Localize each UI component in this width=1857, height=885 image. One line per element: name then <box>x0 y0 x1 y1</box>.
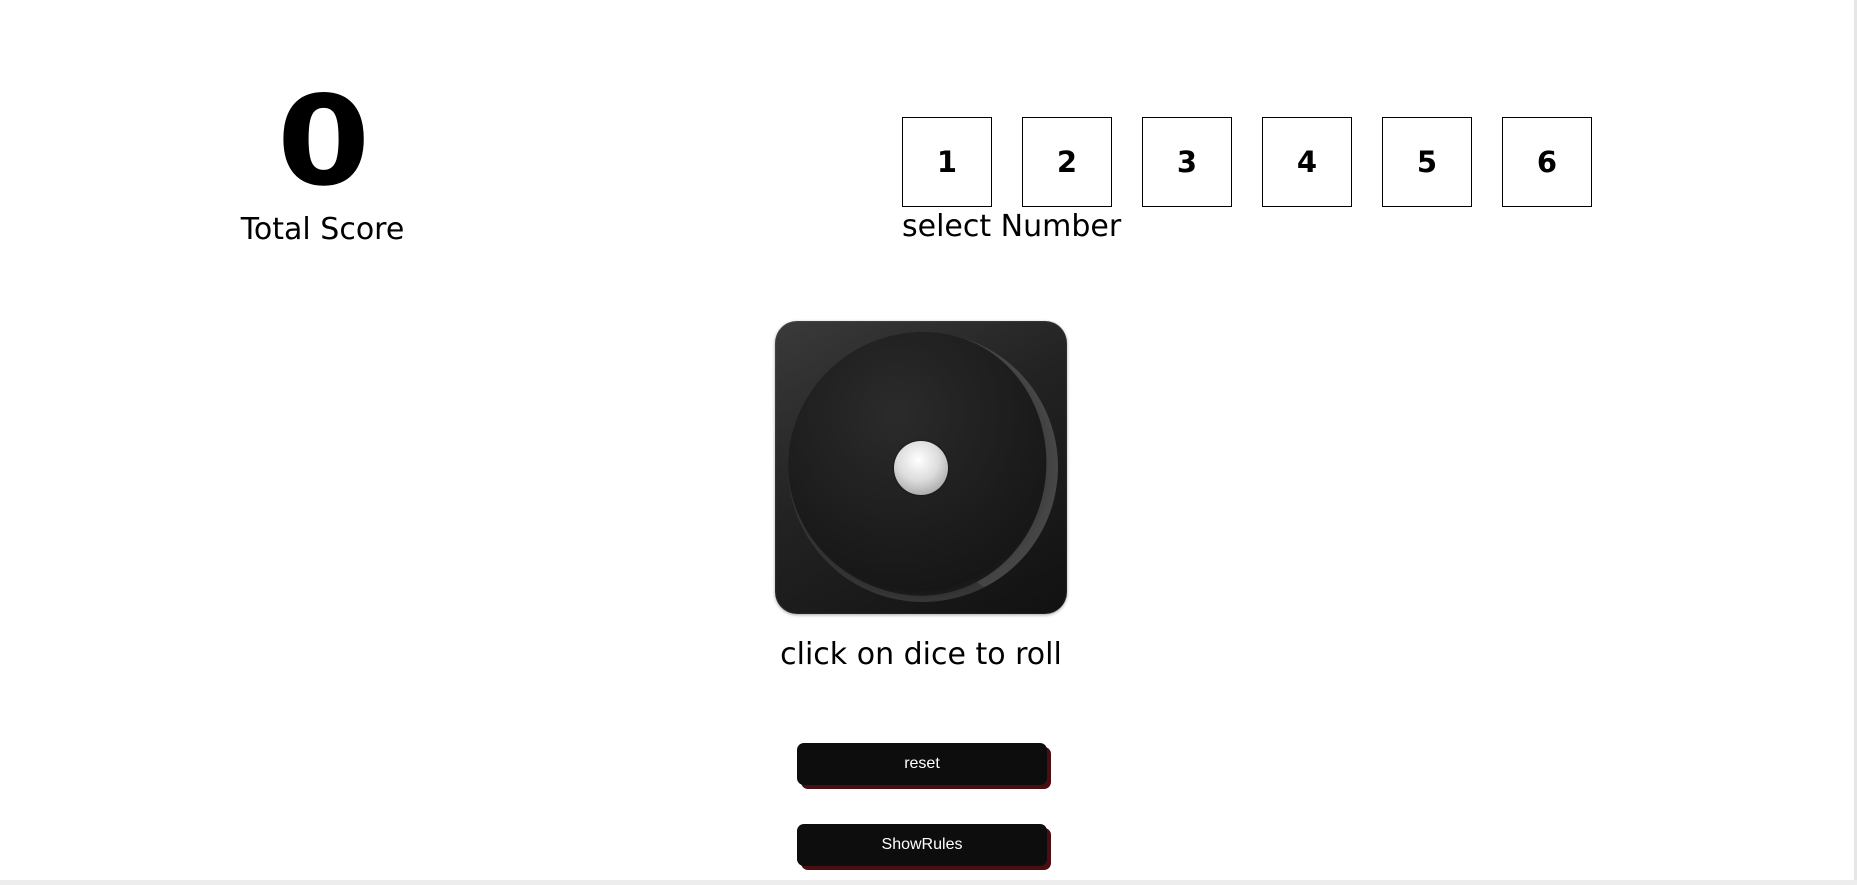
total-score-value: 0 <box>276 70 370 214</box>
dice-pip <box>894 441 948 495</box>
game-page: 0 Total Score 1 2 3 4 5 6 select Number … <box>0 0 1857 885</box>
number-option-4[interactable]: 4 <box>1262 117 1352 207</box>
number-option-6[interactable]: 6 <box>1502 117 1592 207</box>
viewport-edge-bottom <box>0 880 1857 885</box>
roll-hint: click on dice to roll <box>780 637 1062 672</box>
number-option-1[interactable]: 1 <box>902 117 992 207</box>
number-option-2[interactable]: 2 <box>1022 117 1112 207</box>
number-option-5[interactable]: 5 <box>1382 117 1472 207</box>
select-number-label: select Number <box>902 209 1122 244</box>
total-score-label: Total Score <box>240 212 405 247</box>
number-selector: 1 2 3 4 5 6 select Number <box>902 117 1592 245</box>
number-option-3[interactable]: 3 <box>1142 117 1232 207</box>
show-rules-button[interactable]: ShowRules <box>797 824 1047 866</box>
total-score-block: 0 Total Score <box>220 80 425 248</box>
dice-button[interactable] <box>766 310 1080 624</box>
number-options: 1 2 3 4 5 6 <box>902 117 1592 207</box>
reset-button[interactable]: reset <box>797 743 1047 785</box>
